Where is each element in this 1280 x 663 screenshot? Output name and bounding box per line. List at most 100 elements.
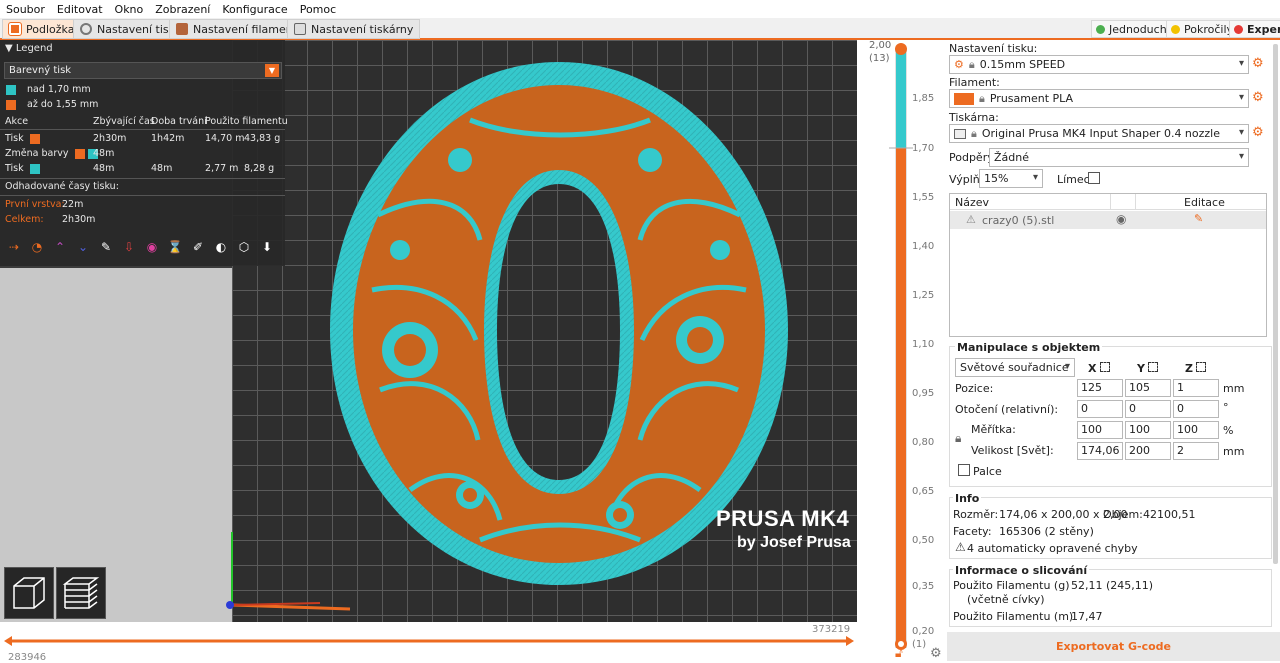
eye-icon[interactable]: ◉: [1116, 212, 1126, 226]
object-list-col-edit: Editace: [1184, 196, 1225, 209]
info-facets-label: Facety:: [953, 525, 992, 538]
legend-view-type-select[interactable]: Barevný tisk ▼: [4, 62, 282, 79]
printer-icon: [954, 128, 966, 139]
lock-icon[interactable]: 🔒︎: [955, 431, 961, 446]
legend-col-remaining: Zbývající čas: [93, 116, 155, 127]
legend-header[interactable]: ▼ Legend: [5, 43, 53, 54]
tab-plater[interactable]: Podložka: [2, 19, 82, 39]
printer-value: Original Prusa MK4 Input Shaper 0.4 nozz…: [981, 127, 1221, 140]
export-gcode-button[interactable]: Exportovat G-code: [947, 632, 1280, 661]
rotation-z-field[interactable]: 0: [1173, 400, 1219, 418]
legend-total-label: Celkem:: [5, 214, 44, 225]
size-z-field[interactable]: 2: [1173, 442, 1219, 460]
pause-icon[interactable]: ⌛: [165, 237, 185, 257]
legend-range-1: nad 1,70 mm: [6, 84, 91, 95]
position-z-field[interactable]: 1: [1173, 379, 1219, 397]
rotation-unit: °: [1223, 401, 1229, 414]
printer-edit-icon[interactable]: ⚙: [1252, 125, 1264, 140]
vslider-tick: 1,85: [912, 93, 935, 104]
tab-printer-settings[interactable]: Nastavení tiskárny: [287, 19, 421, 39]
menu-edit[interactable]: Editovat: [51, 3, 109, 16]
object-name: crazy0 (5).stl: [982, 214, 1055, 227]
print-settings-select[interactable]: ⚙ 🔒︎ 0.15mm SPEED ▾: [949, 55, 1249, 74]
seams-icon[interactable]: ✎: [96, 237, 116, 257]
legend-col-filament: Použito filamentu: [205, 116, 288, 127]
mode-expert[interactable]: Expert: [1229, 20, 1280, 38]
retraction-icon[interactable]: ⌃: [50, 237, 70, 257]
warning-icon: ⚠: [955, 540, 966, 554]
filament-select[interactable]: 🔒︎ Prusament PLA ▾: [949, 89, 1249, 108]
slice-filament-g-value: 52,11 (245,11): [1071, 579, 1154, 592]
deretraction-icon[interactable]: ⌄: [73, 237, 93, 257]
slice-filament-m-label: Použito Filamentu (m): [953, 610, 1074, 623]
vslider-bottom-layer: (1): [912, 639, 927, 650]
color-change-icon[interactable]: ◉: [142, 237, 162, 257]
preview-button[interactable]: [56, 567, 106, 619]
position-x-field[interactable]: 125: [1077, 379, 1123, 397]
rotation-x-field[interactable]: 0: [1077, 400, 1123, 418]
legend-row-3-length: 2,77 m: [205, 163, 239, 174]
vslider-tick: 0,95: [912, 388, 935, 399]
printer-select[interactable]: 🔒︎ Original Prusa MK4 Input Shaper 0.4 n…: [949, 124, 1249, 143]
wipe-icon[interactable]: ◔: [27, 237, 47, 257]
size-y-field[interactable]: 200: [1125, 442, 1171, 460]
filament-edit-icon[interactable]: ⚙: [1252, 90, 1264, 105]
supports-select[interactable]: Žádné ▾: [989, 148, 1249, 167]
vslider-top-value: 2,00: [869, 40, 892, 51]
gear-icon: [80, 23, 92, 35]
center-of-gravity-icon[interactable]: ◐: [211, 237, 231, 257]
legend-row-3: Tisk: [5, 163, 40, 174]
menu-configuration[interactable]: Konfigurace: [216, 3, 293, 16]
vslider-tick: 1,55: [912, 192, 935, 203]
lock-icon: 🔒︎: [968, 57, 975, 71]
legend-row-2-remaining: 48m: [93, 148, 115, 159]
slice-filament-m-value: 17,47: [1071, 610, 1103, 623]
sidebar-scrollbar[interactable]: [1273, 44, 1278, 564]
3d-view-button[interactable]: [4, 567, 54, 619]
gear-icon: ⚙: [954, 58, 964, 71]
tool-marker-icon[interactable]: ⬇: [257, 237, 277, 257]
menu-file[interactable]: Soubor: [0, 3, 51, 16]
coordinate-system-select[interactable]: Světové souřadnice ▾: [955, 358, 1075, 377]
scale-y-field[interactable]: 100: [1125, 421, 1171, 439]
legend-title: Legend: [15, 43, 53, 54]
size-x-field[interactable]: 174,06: [1077, 442, 1123, 460]
edit-icon[interactable]: ✎: [1194, 212, 1203, 225]
menu-help[interactable]: Pomoc: [294, 3, 342, 16]
scale-x-field[interactable]: 100: [1077, 421, 1123, 439]
brim-checkbox[interactable]: [1088, 172, 1100, 184]
warning-icon: ⚠: [966, 213, 976, 226]
menu-bar: Soubor Editovat Okno Zobrazení Konfigura…: [0, 0, 1280, 18]
vslider-track[interactable]: [857, 40, 947, 661]
legend-first-layer-label: První vrstva:: [5, 199, 65, 210]
legend-estimated-title: Odhadované časy tisku:: [5, 181, 119, 192]
vslider-tick: 1,40: [912, 241, 935, 252]
lock-icon[interactable]: 🔓︎: [895, 646, 903, 661]
print-settings-edit-icon[interactable]: ⚙: [1252, 56, 1264, 71]
legend-toolbar: ⇢ ◔ ⌃ ⌄ ✎ ⇩ ◉ ⌛ ✐ ◐ ⬡ ⬇: [4, 237, 277, 257]
travel-icon[interactable]: ⇢: [4, 237, 24, 257]
mode-advanced[interactable]: Pokročilý: [1166, 20, 1239, 38]
legend-row-1-duration: 1h42m: [151, 133, 185, 144]
vslider-bottom-value: 0,20: [912, 626, 935, 637]
custom-gcode-icon[interactable]: ✐: [188, 237, 208, 257]
object-row[interactable]: ⚠ crazy0 (5).stl ◉ ✎: [950, 211, 1266, 229]
info-size-label: Rozměr:: [953, 508, 999, 521]
scale-z-field[interactable]: 100: [1173, 421, 1219, 439]
position-y-field[interactable]: 105: [1125, 379, 1171, 397]
object-list[interactable]: Název Editace ⚠ crazy0 (5).stl ◉ ✎: [949, 193, 1267, 337]
hslider-track[interactable]: [0, 622, 880, 661]
legend-row-3-weight: 8,28 g: [244, 163, 275, 174]
inches-checkbox[interactable]: [958, 464, 970, 476]
infill-select[interactable]: 15% ▾: [979, 169, 1043, 188]
menu-view[interactable]: Zobrazení: [149, 3, 216, 16]
cog-icon[interactable]: ⚙: [930, 646, 942, 661]
axis-y-icon: [1148, 362, 1158, 372]
rotation-y-field[interactable]: 0: [1125, 400, 1171, 418]
legend-range-2: až do 1,55 mm: [6, 99, 98, 110]
shells-icon[interactable]: ⬡: [234, 237, 254, 257]
vslider-tick: 0,50: [912, 535, 935, 546]
menu-window[interactable]: Okno: [109, 3, 150, 16]
plate-icon: [8, 22, 22, 36]
tool-change-icon[interactable]: ⇩: [119, 237, 139, 257]
